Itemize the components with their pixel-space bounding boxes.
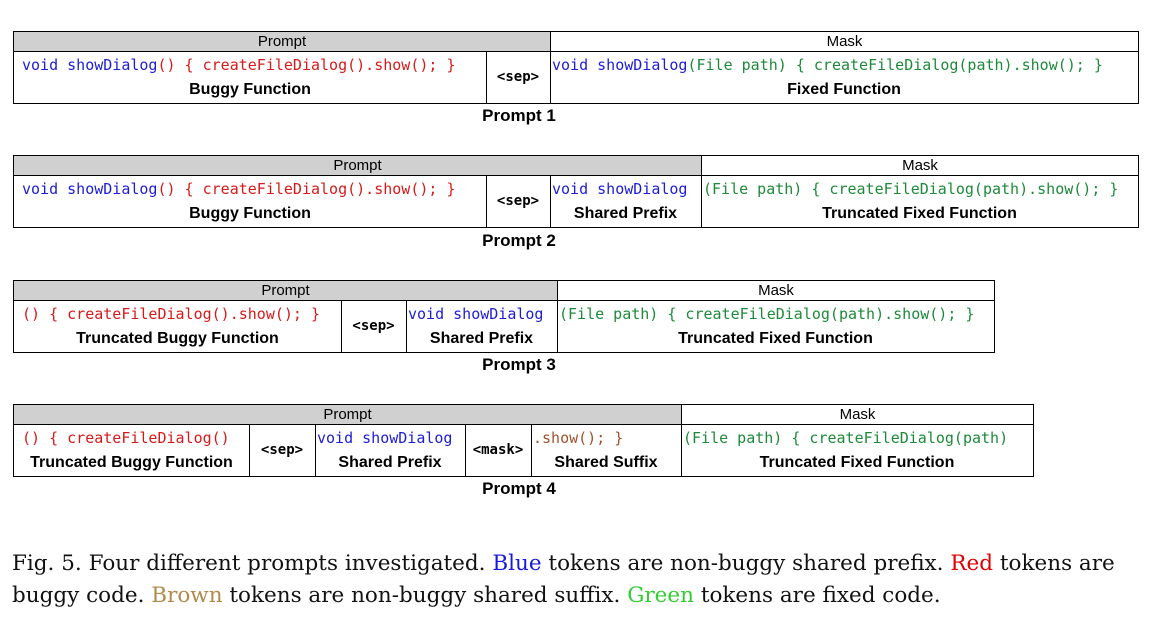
prompt-header: Prompt — [14, 156, 701, 176]
fixed-function-cell: void showDialog(File path) { createFileD… — [550, 52, 1138, 103]
prompt-1-title: Prompt 1 — [482, 106, 556, 125]
mask-header: Mask — [701, 156, 1138, 176]
sep-cell: <sep> — [249, 425, 315, 476]
prompt-header: Prompt — [14, 281, 557, 301]
buggy-function-cell: void showDialog() { createFileDialog().s… — [14, 176, 486, 227]
prompt-4-table: Prompt Mask () { createFileDialog() Trun… — [13, 404, 1034, 477]
caption-brown-word: Brown — [151, 583, 223, 608]
sep-token: <sep> — [260, 442, 304, 458]
mask-header: Mask — [557, 281, 994, 301]
buggy-function-label: Buggy Function — [189, 81, 311, 98]
truncated-buggy-function-cell: () { createFileDialog().show(); } Trunca… — [14, 301, 341, 352]
mask-token-cell: <mask> — [465, 425, 531, 476]
shared-prefix-code: void showDialog — [22, 180, 158, 198]
prompt-2-table: Prompt Mask void showDialog() { createFi… — [13, 155, 1139, 228]
prompt-1-table: Prompt Mask void showDialog() { createFi… — [13, 31, 1139, 104]
sep-token: <sep> — [496, 69, 540, 85]
shared-prefix-label: Shared Prefix — [429, 330, 534, 347]
caption-text: Fig. 5. Four different prompts investiga… — [12, 551, 493, 576]
sep-cell: <sep> — [486, 176, 550, 227]
truncated-fixed-function-label: Truncated Fixed Function — [759, 454, 955, 471]
truncated-fixed-function-label: Truncated Fixed Function — [822, 205, 1017, 222]
sep-token: <sep> — [496, 193, 540, 209]
shared-suffix-label: Shared Suffix — [554, 454, 658, 471]
truncated-buggy-function-label: Truncated Buggy Function — [30, 454, 233, 471]
truncated-fixed-function-cell: (File path) { createFileDialog(path) Tru… — [681, 425, 1033, 476]
shared-prefix-cell: void showDialog Shared Prefix — [315, 425, 465, 476]
sep-cell: <sep> — [486, 52, 550, 103]
truncated-fixed-function-cell: (File path) { createFileDialog(path).sho… — [557, 301, 994, 352]
caption-blue-word: Blue — [492, 551, 542, 576]
buggy-code: () { createFileDialog().show(); } — [157, 180, 456, 198]
shared-prefix-code: void showDialog — [408, 305, 544, 323]
caption-green-word: Green — [627, 583, 694, 608]
caption-text: tokens are fixed code. — [693, 583, 941, 608]
caption-text: tokens are non-buggy shared prefix. — [541, 551, 951, 576]
shared-prefix-code: void showDialog — [317, 429, 453, 447]
sep-token: <sep> — [352, 318, 395, 334]
truncated-buggy-function-cell: () { createFileDialog() Truncated Buggy … — [14, 425, 249, 476]
mask-header: Mask — [550, 32, 1138, 52]
shared-prefix-code: void showDialog — [22, 56, 158, 74]
mask-token: <mask> — [472, 442, 524, 458]
truncated-fixed-function-label: Truncated Fixed Function — [678, 330, 873, 347]
figure-caption: Fig. 5. Four different prompts investiga… — [12, 548, 1152, 612]
fixed-code: (File path) { createFileDialog(path).sho… — [559, 305, 975, 323]
buggy-code: () { createFileDialog().show(); } — [157, 56, 456, 74]
prompt-2-title: Prompt 2 — [482, 231, 556, 250]
truncated-buggy-function-label: Truncated Buggy Function — [76, 330, 279, 347]
buggy-function-cell: void showDialog() { createFileDialog().s… — [14, 52, 486, 103]
prompt-3-table: Prompt Mask () { createFileDialog().show… — [13, 280, 995, 353]
caption-red-word: Red — [950, 551, 994, 576]
prompt-4-title: Prompt 4 — [482, 479, 556, 498]
sep-cell: <sep> — [341, 301, 406, 352]
shared-prefix-cell: void showDialog Shared Prefix — [406, 301, 557, 352]
fixed-code: (File path) { createFileDialog(path).sho… — [687, 56, 1103, 74]
shared-prefix-label: Shared Prefix — [338, 454, 442, 471]
fixed-function-label: Fixed Function — [787, 81, 901, 98]
shared-prefix-code: void showDialog — [552, 56, 688, 74]
figure-5: Prompt Mask void showDialog() { createFi… — [0, 0, 1161, 638]
prompt-header: Prompt — [14, 405, 681, 425]
prompt-header: Prompt — [14, 32, 550, 52]
buggy-code: () { createFileDialog() — [22, 429, 230, 447]
fixed-code: (File path) { createFileDialog(path).sho… — [703, 180, 1119, 198]
shared-prefix-cell: void showDialog Shared Prefix — [550, 176, 701, 227]
truncated-fixed-function-cell: (File path) { createFileDialog(path).sho… — [701, 176, 1138, 227]
prompt-3-title: Prompt 3 — [482, 355, 556, 374]
buggy-function-label: Buggy Function — [189, 205, 311, 222]
shared-suffix-code: .show(); } — [533, 429, 624, 447]
shared-suffix-cell: .show(); } Shared Suffix — [531, 425, 681, 476]
fixed-code: (File path) { createFileDialog(path) — [683, 429, 1009, 447]
mask-header: Mask — [681, 405, 1033, 425]
buggy-code: () { createFileDialog().show(); } — [22, 305, 321, 323]
shared-prefix-code: void showDialog — [552, 180, 688, 198]
shared-prefix-label: Shared Prefix — [573, 205, 678, 222]
caption-text: tokens are non-buggy shared suffix. — [222, 583, 628, 608]
